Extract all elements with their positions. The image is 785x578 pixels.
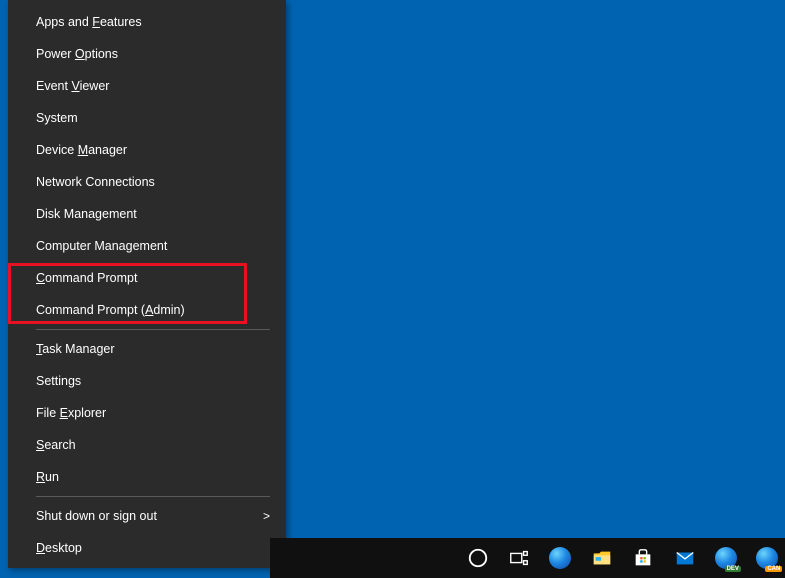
menu-item-settings[interactable]: Settings bbox=[8, 365, 286, 397]
task-view-icon[interactable] bbox=[501, 538, 536, 578]
menu-separator bbox=[36, 329, 270, 330]
edge-badge: DEV bbox=[725, 566, 741, 572]
menu-item-label: Command Prompt (Admin) bbox=[36, 301, 185, 319]
chevron-right-icon: > bbox=[263, 507, 270, 525]
mail-icon[interactable] bbox=[667, 538, 702, 578]
menu-item-label: Power Options bbox=[36, 45, 118, 63]
menu-item-apps-and-features[interactable]: Apps and Features bbox=[8, 6, 286, 38]
menu-separator bbox=[36, 496, 270, 497]
file-explorer-icon-glyph bbox=[591, 547, 613, 569]
edge-badge: CAN bbox=[765, 566, 782, 572]
taskbar: DEV CAN bbox=[270, 538, 785, 578]
menu-item-device-manager[interactable]: Device Manager bbox=[8, 134, 286, 166]
menu-item-task-manager[interactable]: Task Manager bbox=[8, 333, 286, 365]
menu-item-command-prompt[interactable]: Command Prompt bbox=[8, 262, 286, 294]
menu-item-label: Event Viewer bbox=[36, 77, 109, 95]
menu-item-label: System bbox=[36, 109, 78, 127]
menu-item-event-viewer[interactable]: Event Viewer bbox=[8, 70, 286, 102]
edge-logo: CAN bbox=[756, 547, 778, 569]
mail-icon-glyph bbox=[674, 547, 696, 569]
edge-logo bbox=[549, 547, 571, 569]
menu-item-label: Settings bbox=[36, 372, 81, 390]
menu-item-computer-management[interactable]: Computer Management bbox=[8, 230, 286, 262]
menu-item-label: Task Manager bbox=[36, 340, 115, 358]
cortana-icon-glyph bbox=[467, 547, 489, 569]
task-view-icon-glyph bbox=[508, 547, 530, 569]
menu-item-label: Computer Management bbox=[36, 237, 167, 255]
menu-item-label: Desktop bbox=[36, 539, 82, 557]
cortana-icon[interactable] bbox=[460, 538, 495, 578]
menu-item-command-prompt-admin[interactable]: Command Prompt (Admin) bbox=[8, 294, 286, 326]
menu-item-label: Command Prompt bbox=[36, 269, 137, 287]
menu-item-system[interactable]: System bbox=[8, 102, 286, 134]
menu-item-label: Run bbox=[36, 468, 59, 486]
menu-item-desktop[interactable]: Desktop bbox=[8, 532, 286, 564]
file-explorer-icon[interactable] bbox=[584, 538, 619, 578]
menu-item-label: File Explorer bbox=[36, 404, 106, 422]
power-user-menu: Apps and Features Power Options Event View… bbox=[8, 0, 286, 568]
menu-item-label: Network Connections bbox=[36, 173, 155, 191]
microsoft-store-icon-glyph bbox=[632, 547, 654, 569]
menu-item-file-explorer[interactable]: File Explorer bbox=[8, 397, 286, 429]
edge-canary-icon[interactable]: CAN bbox=[750, 538, 785, 578]
menu-item-power-options[interactable]: Power Options bbox=[8, 38, 286, 70]
menu-item-run[interactable]: Run bbox=[8, 461, 286, 493]
menu-item-label: Disk Management bbox=[36, 205, 137, 223]
menu-item-label: Apps and Features bbox=[36, 13, 142, 31]
menu-item-label: Shut down or sign out bbox=[36, 507, 157, 525]
menu-item-network-connections[interactable]: Network Connections bbox=[8, 166, 286, 198]
edge-logo: DEV bbox=[715, 547, 737, 569]
edge-dev-icon[interactable]: DEV bbox=[708, 538, 743, 578]
menu-item-label: Search bbox=[36, 436, 76, 454]
menu-item-disk-management[interactable]: Disk Management bbox=[8, 198, 286, 230]
menu-item-shut-down-or-sign-out[interactable]: Shut down or sign out > bbox=[8, 500, 286, 532]
microsoft-store-icon[interactable] bbox=[626, 538, 661, 578]
edge-icon[interactable] bbox=[543, 538, 578, 578]
menu-item-search[interactable]: Search bbox=[8, 429, 286, 461]
menu-item-label: Device Manager bbox=[36, 141, 127, 159]
